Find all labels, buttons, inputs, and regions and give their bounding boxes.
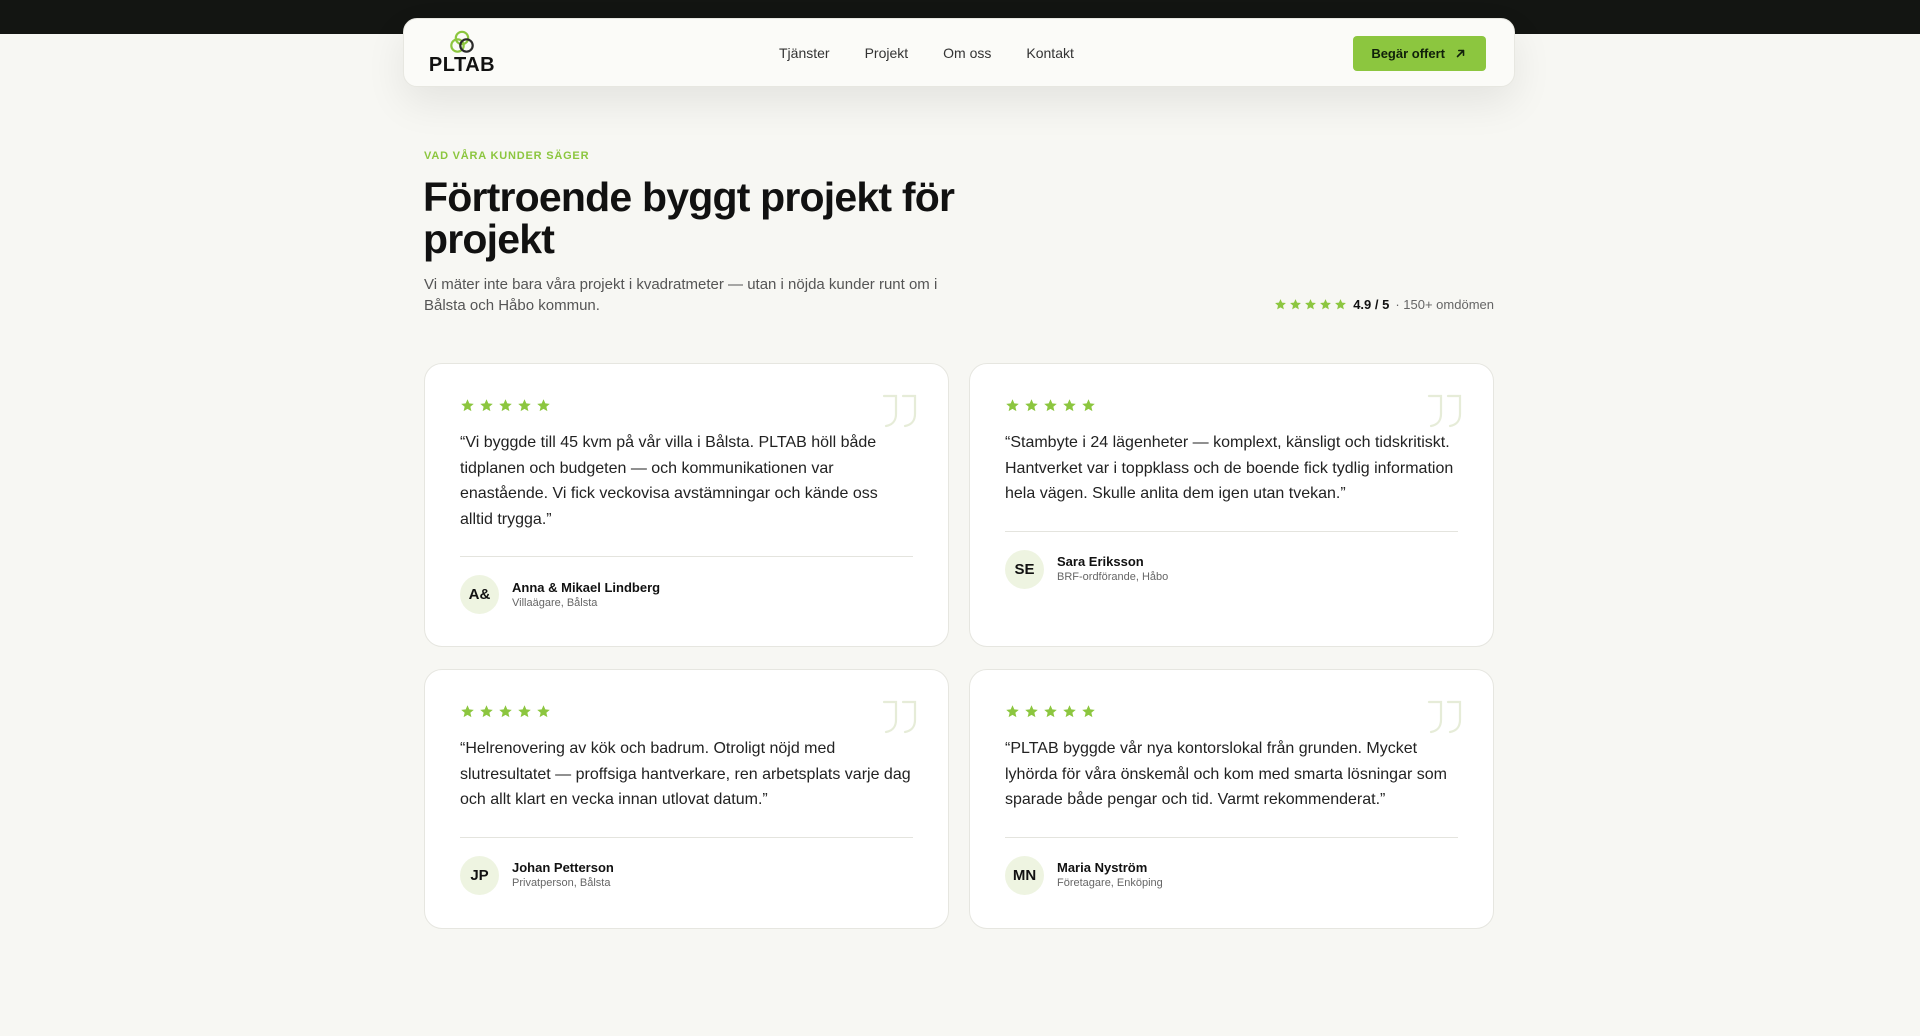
- avatar: JP: [460, 855, 499, 895]
- star-icon: [518, 705, 531, 718]
- nav-link-om-oss[interactable]: Om oss: [943, 45, 991, 61]
- arrow-up-right-icon: [1456, 49, 1465, 58]
- quote-mark-icon: [882, 394, 917, 428]
- rating-stars: [1274, 298, 1347, 311]
- star-icon: [1290, 299, 1302, 310]
- star-icon: [1082, 705, 1095, 718]
- nav-link-kontakt[interactable]: Kontakt: [1026, 45, 1073, 61]
- avatar: MN: [1005, 855, 1044, 895]
- star-icon: [1275, 299, 1287, 310]
- star-icon: [480, 399, 493, 412]
- star-icon: [1063, 705, 1076, 718]
- star-icon: [518, 399, 531, 412]
- author-role: Privatperson, Bålsta: [512, 877, 611, 889]
- star-icon: [461, 399, 474, 412]
- testimonial-stars: [460, 704, 913, 720]
- logo-rings-icon: [450, 30, 474, 53]
- rating-summary: 4.9 / 5 · 150+ omdömen: [1274, 297, 1494, 312]
- nav-link-projekt[interactable]: Projekt: [865, 45, 909, 61]
- testimonial-card: “Helrenovering av kök och badrum. Otroli…: [424, 669, 949, 929]
- author-meta: Johan Petterson Privatperson, Bålsta: [512, 860, 614, 890]
- testimonial-author: JP Johan Petterson Privatperson, Bålsta: [460, 855, 913, 895]
- testimonial-stars: [1005, 704, 1458, 720]
- section-eyebrow: VAD VÅRA KUNDER SÄGER: [424, 150, 590, 162]
- star-icon: [1335, 299, 1347, 310]
- quote-mark-icon: [1427, 394, 1462, 428]
- testimonial-quote: “Helrenovering av kök och badrum. Otroli…: [460, 740, 911, 808]
- quote-mark-icon: [882, 700, 917, 734]
- section-subtitle: Vi mäter inte bara våra projekt i kvadra…: [424, 276, 938, 314]
- rating-count: · 150+ omdömen: [1395, 297, 1494, 312]
- star-icon: [1006, 705, 1019, 718]
- testimonial-card: “Vi byggde till 45 kvm på vår villa i Bå…: [424, 363, 949, 647]
- avatar: A&: [460, 575, 499, 614]
- star-icon: [480, 705, 493, 718]
- testimonial-stars: [460, 398, 913, 414]
- request-quote-label: Begär offert: [1371, 46, 1445, 61]
- author-role: BRF-ordförande, Håbo: [1057, 571, 1169, 583]
- star-icon: [1305, 299, 1317, 310]
- star-icon: [1006, 399, 1019, 412]
- nav-links: Tjänster Projekt Om oss Kontakt: [779, 19, 1074, 86]
- logo[interactable]: PLTAB: [428, 30, 496, 76]
- star-icon: [1063, 399, 1076, 412]
- testimonial-divider: [1005, 530, 1458, 532]
- testimonial-author: SE Sara Eriksson BRF-ordförande, Håbo: [1005, 549, 1458, 589]
- star-icon: [1025, 399, 1038, 412]
- star-icon: [1025, 705, 1038, 718]
- star-icon: [537, 399, 550, 412]
- testimonial-divider: [460, 836, 913, 838]
- author-meta: Sara Eriksson BRF-ordförande, Håbo: [1057, 554, 1168, 584]
- quote-mark-icon: [1427, 700, 1462, 734]
- avatar: SE: [1005, 549, 1044, 589]
- testimonial-divider: [460, 556, 913, 557]
- testimonial-card: “Stambyte i 24 lägenheter — komplext, kä…: [969, 363, 1494, 647]
- nav-link-tjanster[interactable]: Tjänster: [779, 45, 830, 61]
- testimonial-quote: “Vi byggde till 45 kvm på vår villa i Bå…: [460, 434, 878, 528]
- author-role: Företagare, Enköping: [1057, 877, 1163, 889]
- testimonial-author: A& Anna & Mikael Lindberg Villaägare, Bå…: [460, 575, 913, 614]
- author-role: Villaägare, Bålsta: [512, 596, 598, 609]
- section-title: Förtroende byggt projekt för projekt: [423, 174, 955, 262]
- star-icon: [1082, 399, 1095, 412]
- testimonial-author: MN Maria Nyström Företagare, Enköping: [1005, 855, 1458, 895]
- author-name: Sara Eriksson: [1057, 554, 1144, 569]
- author-name: Johan Petterson: [512, 860, 614, 875]
- star-icon: [1320, 299, 1332, 310]
- navbar: PLTAB Tjänster Projekt Om oss Kontakt Be…: [403, 18, 1515, 87]
- star-icon: [1044, 399, 1057, 412]
- testimonial-card: “PLTAB byggde vår nya kontorslokal från …: [969, 669, 1494, 929]
- testimonial-stars: [1005, 398, 1458, 414]
- star-icon: [461, 705, 474, 718]
- star-icon: [499, 705, 512, 718]
- testimonial-divider: [1005, 836, 1458, 838]
- logo-text: PLTAB: [428, 54, 496, 76]
- star-icon: [499, 399, 512, 412]
- rating-value: 4.9 / 5: [1353, 297, 1390, 312]
- author-name: Anna & Mikael Lindberg: [512, 579, 661, 595]
- testimonial-quote: “Stambyte i 24 lägenheter — komplext, kä…: [1005, 434, 1454, 502]
- author-meta: Anna & Mikael Lindberg Villaägare, Bålst…: [512, 580, 660, 610]
- star-icon: [537, 705, 550, 718]
- testimonial-quote: “PLTAB byggde vår nya kontorslokal från …: [1005, 740, 1447, 808]
- star-icon: [1044, 705, 1057, 718]
- author-name: Maria Nyström: [1057, 860, 1148, 875]
- author-meta: Maria Nyström Företagare, Enköping: [1057, 860, 1163, 890]
- request-quote-button[interactable]: Begär offert: [1353, 36, 1486, 71]
